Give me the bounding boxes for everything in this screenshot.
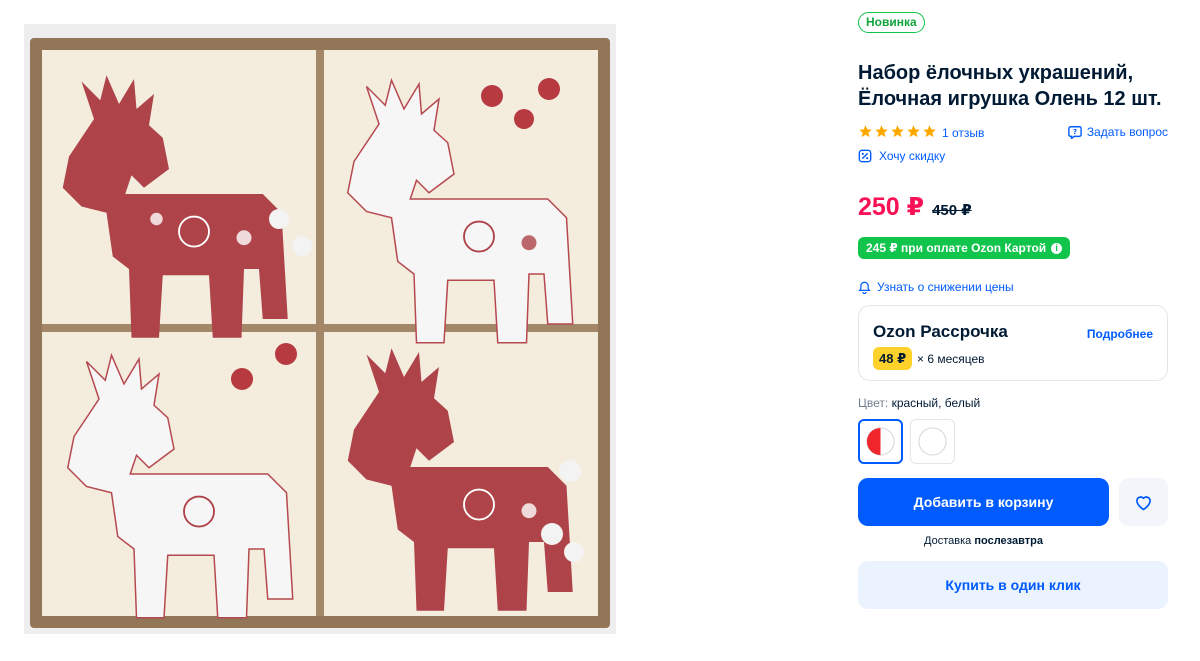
product-image[interactable] [24, 24, 616, 634]
red-white-color-icon [866, 427, 895, 456]
installment-amount: 48 ₽ [873, 347, 913, 370]
new-badge: Новинка [858, 12, 925, 33]
price-row: 250 ₽ 450 ₽ [858, 192, 972, 224]
old-price: 450 ₽ [932, 202, 972, 219]
info-icon[interactable]: i [1051, 242, 1063, 254]
product-info-panel: Новинка Набор ёлочных украшений, Ёлочная… [858, 0, 1168, 661]
add-to-cart-button[interactable]: Добавить в корзину [858, 478, 1109, 526]
product-title: Набор ёлочных украшений, Ёлочная игрушка… [858, 62, 1162, 110]
color-value: красный, белый [891, 396, 981, 410]
white-color-icon [918, 427, 947, 456]
discount-icon [858, 149, 872, 163]
star-icon [891, 125, 904, 138]
delivery-day: послезавтра [974, 535, 1043, 547]
star-icon [875, 125, 888, 138]
svg-text:?: ? [1073, 128, 1077, 136]
current-price: 250 ₽ [858, 193, 925, 221]
buy-one-click-button[interactable]: Купить в один клик [858, 561, 1168, 609]
ozon-card-price-label: 245 ₽ при оплате Ozon Картой [866, 241, 1047, 255]
swatch-white[interactable] [910, 419, 955, 464]
color-label: Цвет: [858, 396, 889, 410]
want-discount-label: Хочу скидку [879, 149, 946, 163]
installment-title: Ozon Рассрочка [873, 322, 1008, 341]
ask-question-label: Задать вопрос [1086, 125, 1168, 139]
question-icon: ? [1067, 126, 1082, 139]
ozon-card-price-badge[interactable]: 245 ₽ при оплате Ozon Картой i [858, 237, 1071, 259]
want-discount-link[interactable]: Хочу скидку [858, 148, 945, 164]
installment-months: × 6 месяцев [917, 352, 985, 366]
reviews-link[interactable]: 1 отзыв [942, 125, 984, 141]
rating-stars[interactable] [858, 124, 937, 140]
star-icon [907, 125, 920, 138]
price-drop-alert-link[interactable]: Узнать о снижении цены [858, 279, 1014, 295]
color-row: Цвет: красный, белый [858, 395, 980, 411]
price-drop-alert-label: Узнать о снижении цены [877, 280, 1014, 294]
rating-row: 1 отзыв ? Задать вопрос [858, 124, 1168, 142]
star-icon [923, 125, 936, 138]
installment-card: Ozon Рассрочка Подробнее 48 ₽ × 6 месяце… [858, 305, 1168, 381]
ask-question-link[interactable]: ? Задать вопрос [1067, 124, 1168, 140]
heart-icon [1136, 495, 1151, 510]
installment-more-link[interactable]: Подробнее [1087, 327, 1153, 341]
delivery-prefix: Доставка [924, 535, 972, 547]
favorite-button[interactable] [1119, 478, 1168, 526]
bell-icon [858, 281, 871, 294]
star-icon [859, 125, 872, 138]
delivery-info: Доставка послезавтра [858, 534, 1109, 548]
swatch-red-white[interactable] [858, 419, 903, 464]
color-swatches [858, 419, 955, 464]
